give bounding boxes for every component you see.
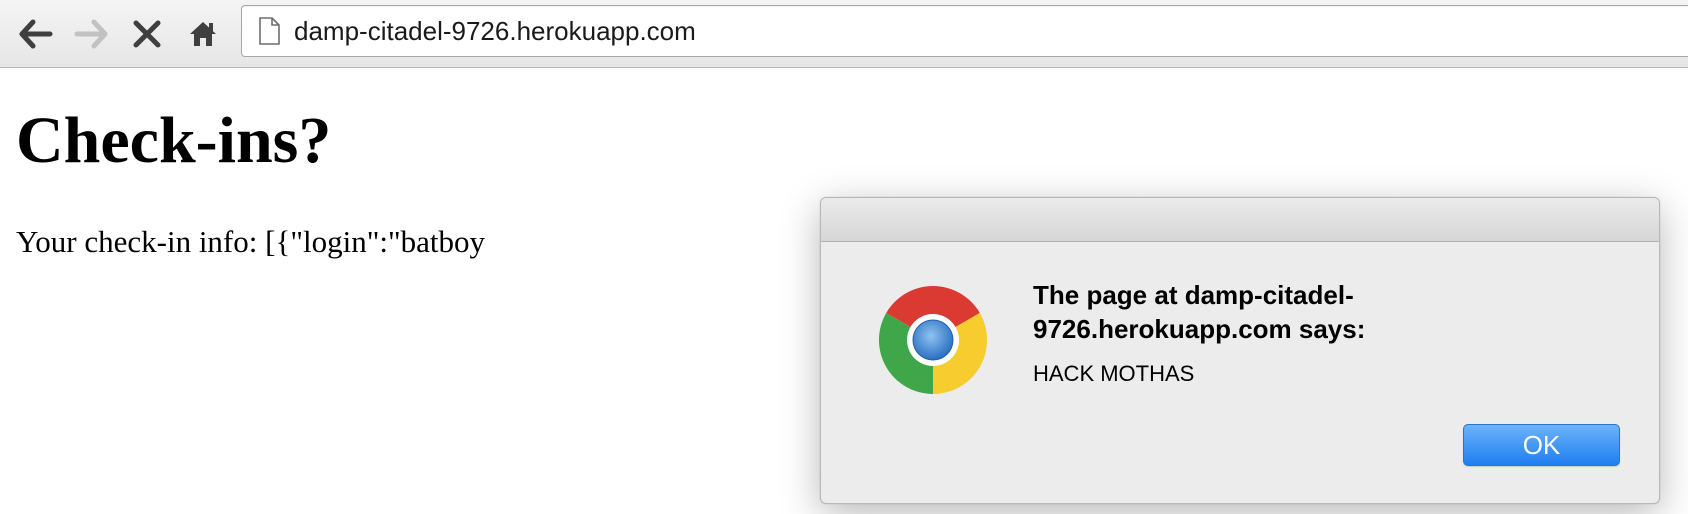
checkin-info-text: Your check-in info: [{"login":"batboy — [16, 224, 485, 259]
alert-dialog: The page at damp-citadel-9726.herokuapp.… — [820, 197, 1660, 504]
page-icon — [259, 17, 280, 45]
arrow-left-icon — [19, 19, 53, 49]
browser-toolbar: damp-citadel-9726.herokuapp.com — [0, 0, 1688, 68]
arrow-right-icon — [74, 19, 108, 49]
dialog-message: HACK MOTHAS — [1033, 361, 1195, 386]
forward-button[interactable] — [71, 14, 111, 54]
home-icon — [190, 22, 216, 46]
page-title: Check-ins? — [16, 104, 332, 177]
stop-button[interactable] — [127, 14, 167, 54]
dialog-heading: The page at damp-citadel-9726.herokuapp.… — [1033, 280, 1366, 344]
address-bar[interactable]: damp-citadel-9726.herokuapp.com — [241, 5, 1688, 57]
back-button[interactable] — [16, 14, 56, 54]
ok-button[interactable]: OK — [1463, 424, 1620, 466]
address-bar-url: damp-citadel-9726.herokuapp.com — [294, 16, 696, 46]
close-icon — [133, 20, 161, 48]
dialog-titlebar — [821, 198, 1659, 242]
chrome-logo-icon — [878, 286, 988, 394]
home-button[interactable] — [183, 14, 223, 54]
